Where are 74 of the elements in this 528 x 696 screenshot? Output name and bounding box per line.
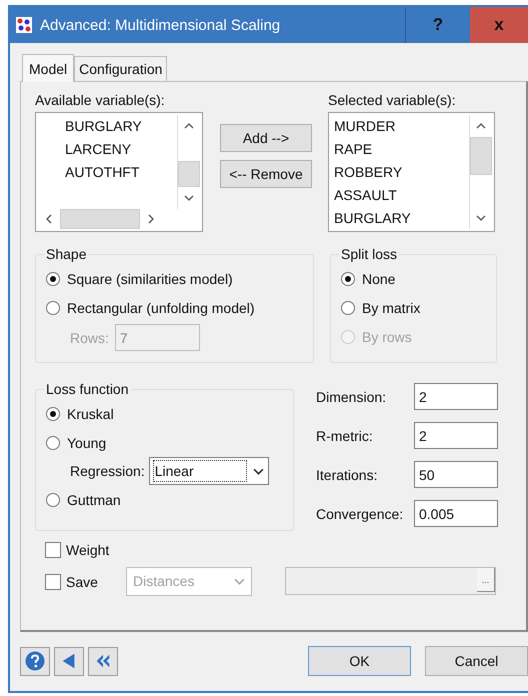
list-item[interactable]: AUTOTHFT [36,161,177,184]
option-label: Kruskal [67,406,114,422]
list-item[interactable]: ASSAULT [329,184,469,207]
browse-button[interactable]: ... [477,568,495,592]
variable-list[interactable]: MURDER RAPE ROBBERY ASSAULT BURGLARY [328,112,495,232]
field-label: Regression: [70,463,145,479]
regression-dropdown[interactable]: Linear [148,457,269,485]
input-field[interactable]: 2 [414,383,498,410]
radio-option[interactable]: Square (similarities model) [46,264,305,293]
chevron-icon [252,468,264,474]
checkbox[interactable] [45,542,61,558]
list-item[interactable]: LARCENY [36,138,177,161]
radio-option[interactable]: Guttman [46,485,285,514]
vertical-scrollbar[interactable] [469,115,492,229]
list-label: Available variable(s): [35,92,166,108]
option-label: Guttman [67,492,121,508]
option-label: Rectangular (unfolding model) [67,300,255,316]
input-field[interactable]: 0.005 [414,500,498,527]
option-label: Square (similarities model) [67,270,233,286]
checkbox-option[interactable]: Weight [45,535,513,565]
ok-button[interactable]: OK [308,646,411,676]
rewind-button[interactable] [88,646,118,676]
list-item[interactable]: BURGLARY [36,115,177,138]
variable-list[interactable]: BURGLARY LARCENY AUTOTHFT [35,112,203,232]
option-label: Young [67,434,106,450]
radio-button[interactable] [341,300,355,314]
list-label: Selected variable(s): [328,92,457,108]
window-title: Advanced: Multidimensional Scaling [40,16,282,34]
tab[interactable]: Model [22,54,74,82]
field-label: Iterations: [316,466,378,482]
checkbox[interactable] [45,574,61,590]
app-icon [16,17,32,33]
back-button[interactable] [54,646,84,676]
close-button[interactable]: x [470,7,528,43]
group-title: Shape [45,246,88,262]
radio-button[interactable] [46,492,60,506]
list-item[interactable]: MURDER [329,115,469,138]
checkbox-option[interactable]: Save [45,567,125,597]
radio-option[interactable]: Rectangular (unfolding model) [46,293,305,322]
field-label: Rows: [70,330,109,346]
list-item[interactable]: RAPE [329,138,469,161]
option-label: By matrix [362,300,420,316]
field-label: Convergence: [316,506,404,522]
radio-button[interactable] [46,436,60,450]
option-label: By rows [362,328,412,344]
help-button[interactable] [20,646,50,676]
option-label: Save [66,574,98,590]
input-field[interactable]: 2 [414,422,498,449]
field-label: Dimension: [316,388,388,404]
group-title: Split loss [340,246,398,262]
chevron-icon [234,578,245,584]
radio-button[interactable] [341,272,355,286]
radio-option[interactable]: By matrix [341,293,488,322]
vertical-scrollbar[interactable] [177,115,200,209]
radio-button[interactable] [46,300,60,314]
question-icon [25,651,45,671]
double-chevron-icon [94,652,112,670]
tab[interactable]: Configuration [74,56,168,81]
add-button[interactable]: Add --> [220,124,312,152]
radio-option[interactable]: Kruskal [46,399,285,428]
cancel-button[interactable]: Cancel [425,646,528,676]
radio-option[interactable]: None [341,264,488,293]
option-label: Weight [66,542,110,558]
list-item[interactable]: ROBBERY [329,161,469,184]
file-path-field[interactable]: ... [285,567,496,595]
field-label: R-metric: [316,428,374,444]
option-label: None [362,270,396,286]
input-field[interactable]: 50 [414,461,498,488]
group-title: Loss function [45,381,130,397]
radio-option[interactable]: Young [46,428,285,457]
radio-button[interactable] [46,406,60,420]
radio-button[interactable] [46,272,60,286]
remove-button[interactable]: <-- Remove [220,160,312,188]
list-item[interactable]: BURGLARY [329,207,469,230]
